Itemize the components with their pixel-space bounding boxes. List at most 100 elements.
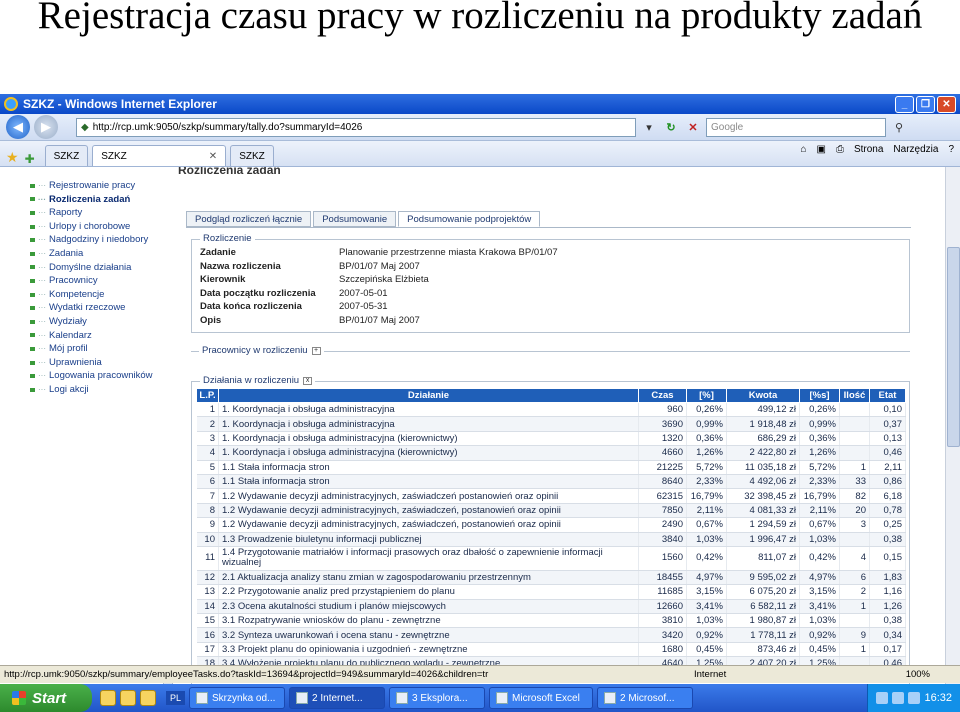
tray-icon[interactable] bbox=[876, 692, 889, 704]
expand-icon[interactable]: + bbox=[311, 346, 321, 355]
sidebar-item[interactable]: ··· Rejestrowanie pracy bbox=[30, 179, 175, 193]
taskbar-item[interactable]: 2 Microsof... bbox=[597, 687, 694, 709]
taskbar-item[interactable]: Skrzynka od... bbox=[189, 687, 286, 709]
sidebar-item[interactable]: ··· Kompetencje bbox=[30, 288, 175, 302]
tools-menu[interactable]: Narzędzia bbox=[893, 144, 938, 155]
sidebar-item[interactable]: ··· Rozliczenia zadań bbox=[30, 193, 175, 207]
value-cell: 11 bbox=[196, 546, 219, 571]
sidebar-item[interactable]: ··· Uprawnienia bbox=[30, 356, 175, 370]
activity-cell: 1.2 Wydawanie decyzji administracyjnych,… bbox=[218, 488, 639, 504]
column-header[interactable]: [%s] bbox=[799, 388, 840, 403]
value-cell: 811,07 zł bbox=[726, 546, 800, 571]
stop-icon[interactable]: ✕ bbox=[684, 118, 702, 136]
table-row[interactable]: 2 1. Koordynacja i obsługa administracyjn… bbox=[196, 416, 906, 432]
table-row[interactable]: 14 2.3 Ocena akutalności studium i planów… bbox=[196, 599, 906, 615]
quicklaunch-icon[interactable] bbox=[120, 690, 136, 706]
table-row[interactable]: 15 3.1 Rozpatrywanie wniosków do planu - … bbox=[196, 613, 906, 629]
taskbar-item[interactable]: 2 Internet... bbox=[289, 687, 386, 709]
sidebar-item[interactable]: ··· Mój profil bbox=[30, 342, 175, 356]
sidebar-item[interactable]: ··· Zadania bbox=[30, 247, 175, 261]
collapse-icon[interactable]: x bbox=[303, 376, 313, 385]
sidebar-item[interactable]: ··· Kalendarz bbox=[30, 329, 175, 343]
sidebar-item[interactable]: ··· Nadgodziny i niedobory bbox=[30, 233, 175, 247]
sidebar-item[interactable]: ··· Raporty bbox=[30, 206, 175, 220]
start-button[interactable]: Start bbox=[0, 684, 92, 712]
tab-szkz-3[interactable]: SZKZ bbox=[230, 145, 274, 166]
forward-button[interactable]: ▶ bbox=[34, 115, 58, 139]
page-scrollbar[interactable] bbox=[945, 167, 960, 695]
search-input[interactable]: Google bbox=[706, 117, 886, 137]
refresh-icon[interactable]: ↻ bbox=[662, 118, 680, 136]
tray-icon[interactable] bbox=[908, 692, 921, 704]
value-cell: 14 bbox=[196, 599, 219, 615]
window-titlebar[interactable]: SZKZ - Windows Internet Explorer _ ❐ ✕ bbox=[0, 94, 960, 114]
favorites-star-icon[interactable]: ★ bbox=[6, 149, 19, 166]
language-indicator[interactable]: PL bbox=[166, 691, 186, 705]
tab-podsumowanie-podprojektow[interactable]: Podsumowanie podprojektów bbox=[398, 211, 541, 227]
url-input[interactable]: ◆ http://rcp.umk:9050/szkp/summary/tally… bbox=[76, 117, 636, 137]
column-header[interactable]: L.P. bbox=[196, 388, 219, 403]
table-row[interactable]: 9 1.2 Wydawanie decyzji administracyjnych… bbox=[196, 517, 906, 533]
close-tab-icon[interactable]: ✕ bbox=[209, 151, 217, 162]
bullet-icon bbox=[30, 292, 35, 297]
help-icon[interactable]: ? bbox=[948, 144, 954, 155]
add-favorite-icon[interactable]: ✚ bbox=[25, 152, 35, 166]
column-header[interactable]: [%] bbox=[686, 388, 727, 403]
sidebar-item[interactable]: ··· Pracownicy bbox=[30, 274, 175, 288]
table-row[interactable]: 1 1. Koordynacja i obsługa administracyjn… bbox=[196, 402, 906, 418]
back-button[interactable]: ◀ bbox=[6, 115, 30, 139]
value-cell: 960 bbox=[638, 402, 687, 418]
column-header[interactable]: Ilość bbox=[839, 388, 870, 403]
table-row[interactable]: 11 1.4 Przygotowanie matriałów i informac… bbox=[196, 546, 906, 571]
table-row[interactable]: 16 3.2 Synteza uwarunkowań i ocena stanu … bbox=[196, 627, 906, 643]
table-row[interactable]: 10 1.3 Prowadzenie biuletynu informacji p… bbox=[196, 532, 906, 547]
sidebar-item[interactable]: ··· Urlopy i chorobowe bbox=[30, 220, 175, 234]
print-icon[interactable]: ⎙ bbox=[836, 144, 844, 155]
tab-szkz-2[interactable]: SZKZ ✕ bbox=[92, 145, 227, 166]
column-header[interactable]: Działanie bbox=[218, 388, 639, 403]
activity-cell: 2.3 Ocena akutalności studium i planów m… bbox=[218, 599, 639, 615]
sidebar-item[interactable]: ··· Logi akcji bbox=[30, 383, 175, 397]
value-cell bbox=[839, 416, 870, 432]
table-row[interactable]: 4 1. Koordynacja i obsługa administracyjn… bbox=[196, 445, 906, 461]
tray-icon[interactable] bbox=[892, 692, 905, 704]
column-header[interactable]: Etat bbox=[869, 388, 906, 403]
table-row[interactable]: 3 1. Koordynacja i obsługa administracyjn… bbox=[196, 431, 906, 447]
tab-szkz-1[interactable]: SZKZ bbox=[44, 145, 89, 166]
home-icon[interactable]: ⌂ bbox=[800, 144, 806, 155]
column-header[interactable]: Czas bbox=[638, 388, 687, 403]
sidebar-item[interactable]: ··· Wydatki rzeczowe bbox=[30, 301, 175, 315]
sidebar-item[interactable]: ··· Domyślne działania bbox=[30, 261, 175, 275]
table-row[interactable]: 5 1.1 Stała informacja stron 21225 5,72% 11 … bbox=[196, 460, 906, 475]
maximize-button[interactable]: ❐ bbox=[916, 95, 935, 113]
table-row[interactable]: 12 2.1 Aktualizacja analizy stanu zmian w… bbox=[196, 570, 906, 586]
value-cell: 3810 bbox=[638, 613, 687, 629]
value-cell: 1,03% bbox=[686, 532, 727, 547]
value-cell: 0,99% bbox=[686, 416, 727, 432]
tab-podsumowanie[interactable]: Podsumowanie bbox=[313, 211, 397, 227]
bullet-icon bbox=[30, 360, 35, 365]
table-row[interactable]: 17 3.3 Projekt planu do opiniowania i uzg… bbox=[196, 642, 906, 658]
value-cell: 1,26% bbox=[686, 445, 727, 461]
feeds-icon[interactable]: ▣ bbox=[816, 144, 825, 155]
taskbar-item[interactable]: Microsoft Excel bbox=[489, 687, 594, 709]
url-dropdown-icon[interactable]: ▾ bbox=[640, 118, 658, 136]
zoom-level[interactable]: 100% bbox=[906, 669, 930, 680]
search-icon[interactable]: ⚲ bbox=[890, 118, 908, 136]
quicklaunch-icon[interactable] bbox=[100, 690, 116, 706]
quicklaunch-icon[interactable] bbox=[140, 690, 156, 706]
column-header[interactable]: Kwota bbox=[726, 388, 800, 403]
taskbar-item[interactable]: 3 Eksplora... bbox=[389, 687, 486, 709]
scroll-thumb[interactable] bbox=[947, 247, 960, 447]
activity-cell: 1. Koordynacja i obsługa administracyjna bbox=[218, 402, 639, 418]
table-row[interactable]: 13 2.2 Przygotowanie analiz pred przystąp… bbox=[196, 584, 906, 600]
tab-podglad[interactable]: Podgląd rozliczeń łącznie bbox=[186, 211, 312, 227]
page-menu[interactable]: Strona bbox=[854, 144, 883, 155]
close-window-button[interactable]: ✕ bbox=[937, 95, 956, 113]
table-row[interactable]: 6 1.1 Stała informacja stron 8640 2,33% 4 49… bbox=[196, 474, 906, 490]
table-row[interactable]: 8 1.2 Wydawanie decyzji administracyjnych… bbox=[196, 503, 906, 519]
minimize-button[interactable]: _ bbox=[895, 95, 914, 113]
table-row[interactable]: 7 1.2 Wydawanie decyzji administracyjnych… bbox=[196, 488, 906, 504]
sidebar-item[interactable]: ··· Logowania pracowników bbox=[30, 369, 175, 383]
sidebar-item[interactable]: ··· Wydziały bbox=[30, 315, 175, 329]
